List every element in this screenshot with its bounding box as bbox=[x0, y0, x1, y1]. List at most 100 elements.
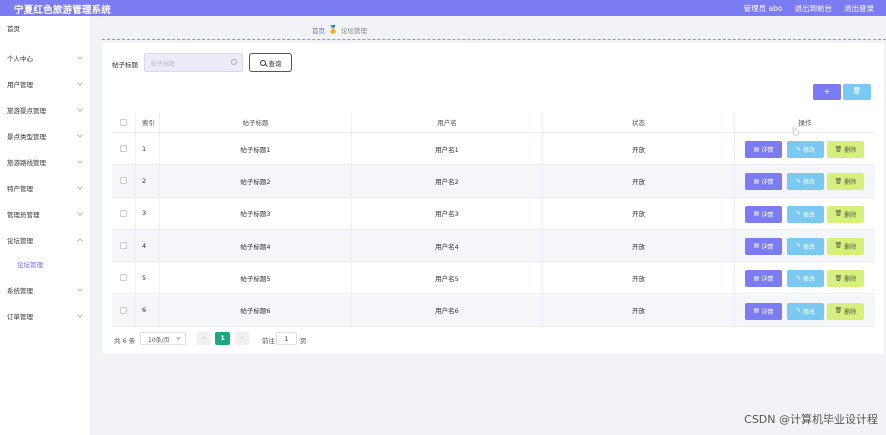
detail-button[interactable]: ▤ 详情 bbox=[745, 302, 782, 320]
delete-button[interactable]: 🗑 删除 bbox=[827, 237, 864, 255]
clear-icon[interactable] bbox=[231, 59, 237, 65]
trash-icon: 🗑 bbox=[834, 210, 843, 218]
chevron-down-icon bbox=[77, 210, 83, 216]
trash-icon: 🗑 bbox=[834, 242, 843, 250]
edit-button-label: 修改 bbox=[803, 243, 816, 251]
goto-page-input[interactable]: 1 bbox=[276, 332, 297, 345]
next-page-button[interactable]: › bbox=[235, 332, 249, 345]
detail-button[interactable]: ▤ 详情 bbox=[745, 173, 782, 191]
sidebar-item-label: 首页 bbox=[7, 25, 20, 33]
trash-icon: 🗑 bbox=[834, 177, 843, 185]
detail-button-label: 详情 bbox=[761, 211, 774, 219]
table-row: 4 帖子标题4 用户名4 开放 ▤ 详情 ✎ 修改 🗑 删除 bbox=[112, 229, 875, 263]
row-checkbox[interactable] bbox=[120, 242, 127, 250]
cell-username: 用户名2 bbox=[351, 165, 542, 197]
divider bbox=[102, 39, 886, 40]
select-all-checkbox[interactable] bbox=[120, 118, 127, 126]
add-button[interactable]: + bbox=[813, 84, 841, 100]
edit-button-label: 修改 bbox=[803, 308, 816, 316]
edit-button[interactable]: ✎ 修改 bbox=[787, 270, 824, 288]
col-header-title: 帖子标题 bbox=[159, 112, 351, 132]
page-size-select[interactable]: 10条/页 bbox=[140, 332, 186, 345]
row-checkbox[interactable] bbox=[120, 306, 127, 314]
document-icon: ▤ bbox=[753, 210, 760, 218]
cell-title: 帖子标题1 bbox=[159, 133, 351, 165]
query-button-label: 查询 bbox=[268, 59, 282, 68]
batch-delete-button[interactable]: 🗑 bbox=[843, 84, 871, 100]
cell-username: 用户名1 bbox=[351, 133, 542, 165]
detail-button-label: 详情 bbox=[761, 276, 774, 284]
sidebar-item-users[interactable]: 用户管理 bbox=[0, 74, 91, 94]
edit-button[interactable]: ✎ 修改 bbox=[787, 141, 824, 158]
sidebar-item-specialties[interactable]: 特产管理 bbox=[0, 178, 91, 198]
sidebar-item-attraction-types[interactable]: 景点类型管理 bbox=[0, 126, 91, 146]
chevron-down-icon bbox=[77, 312, 83, 318]
document-icon: ▤ bbox=[753, 307, 760, 314]
sidebar-item-routes[interactable]: 旅游路线管理 bbox=[0, 152, 91, 172]
medal-icon: 🏅 bbox=[328, 25, 338, 34]
delete-button[interactable]: 🗑 删除 bbox=[827, 141, 864, 158]
sidebar-item-home[interactable]: 首页 bbox=[0, 18, 91, 38]
sidebar-item-attractions[interactable]: 旅游景点管理 bbox=[0, 100, 91, 120]
delete-button[interactable]: 🗑 删除 bbox=[827, 173, 864, 191]
header-select-cell bbox=[112, 112, 135, 132]
sidebar-item-system[interactable]: 系统管理 bbox=[0, 280, 91, 300]
table-header-row: 索引 帖子标题 用户名 状态 操作 bbox=[112, 112, 875, 133]
detail-button[interactable]: ▤ 详情 bbox=[745, 270, 782, 288]
logout-link[interactable]: 退出登录 bbox=[844, 3, 874, 14]
sidebar-item-label: 用户管理 bbox=[7, 81, 33, 89]
trash-icon: 🗑 bbox=[834, 145, 843, 153]
query-button[interactable]: 查询 bbox=[249, 53, 292, 72]
edit-button[interactable]: ✎ 修改 bbox=[787, 205, 824, 223]
cell-status: 开放 bbox=[542, 262, 734, 294]
detail-button[interactable]: ▤ 详情 bbox=[745, 205, 782, 223]
cell-title: 帖子标题2 bbox=[159, 165, 351, 197]
cell-index: 2 bbox=[135, 165, 159, 197]
detail-button[interactable]: ▤ 详情 bbox=[745, 141, 782, 158]
document-icon: ▤ bbox=[753, 274, 760, 282]
delete-button[interactable]: 🗑 删除 bbox=[827, 270, 864, 288]
pencil-icon: ✎ bbox=[795, 242, 801, 250]
chevron-down-icon bbox=[77, 106, 83, 112]
edit-button-label: 修改 bbox=[803, 276, 816, 284]
row-checkbox[interactable] bbox=[120, 145, 127, 153]
row-checkbox[interactable] bbox=[120, 177, 127, 185]
search-placeholder: 帖子标题 bbox=[151, 61, 176, 68]
chevron-down-icon bbox=[77, 286, 83, 292]
sidebar: 首页 个人中心 用户管理 旅游景点管理 景点类型管理 旅游路线管理 特产管理 管… bbox=[0, 16, 91, 435]
goto-page-suffix: 页 bbox=[300, 337, 307, 345]
sidebar-subitem-forum-management[interactable]: 论坛管理 bbox=[0, 256, 91, 272]
breadcrumb-home-link[interactable]: 首页 bbox=[312, 25, 325, 35]
sidebar-item-orders[interactable]: 订单管理 bbox=[0, 306, 91, 326]
delete-button-label: 删除 bbox=[844, 243, 857, 251]
row-select-cell bbox=[112, 133, 135, 164]
edit-button[interactable]: ✎ 修改 bbox=[787, 302, 824, 320]
page-number-current[interactable]: 1 bbox=[215, 332, 230, 345]
row-checkbox[interactable] bbox=[120, 209, 127, 217]
sidebar-item-label: 景点类型管理 bbox=[7, 133, 46, 141]
back-to-frontend-link[interactable]: 退出到前台 bbox=[795, 3, 833, 14]
breadcrumb: 首页 🏅 论坛管理 bbox=[312, 25, 367, 36]
delete-button[interactable]: 🗑 删除 bbox=[827, 302, 864, 320]
sidebar-item-forum[interactable]: 论坛管理 bbox=[0, 230, 91, 250]
chevron-down-icon bbox=[77, 158, 83, 164]
sidebar-item-admins[interactable]: 管理员管理 bbox=[0, 204, 91, 224]
delete-button-label: 删除 bbox=[844, 211, 857, 219]
delete-button[interactable]: 🗑 删除 bbox=[827, 205, 864, 223]
pencil-icon: ✎ bbox=[795, 145, 801, 153]
delete-button-label: 删除 bbox=[844, 276, 857, 284]
pencil-icon: ✎ bbox=[795, 177, 801, 185]
row-checkbox[interactable] bbox=[120, 274, 127, 282]
sidebar-item-personal-center[interactable]: 个人中心 bbox=[0, 48, 91, 68]
goto-label: 前往 bbox=[262, 337, 275, 345]
prev-page-button[interactable]: ‹ bbox=[197, 332, 211, 345]
detail-button[interactable]: ▤ 详情 bbox=[745, 237, 782, 255]
edit-button[interactable]: ✎ 修改 bbox=[787, 237, 824, 255]
edit-button[interactable]: ✎ 修改 bbox=[787, 173, 824, 191]
cell-title: 帖子标题4 bbox=[159, 229, 351, 262]
edit-button-label: 修改 bbox=[803, 147, 816, 154]
search-label: 帖子标题 bbox=[112, 61, 138, 69]
detail-button-label: 详情 bbox=[761, 308, 774, 316]
search-input[interactable]: 帖子标题 bbox=[144, 53, 243, 72]
sidebar-item-label: 论坛管理 bbox=[7, 237, 33, 245]
